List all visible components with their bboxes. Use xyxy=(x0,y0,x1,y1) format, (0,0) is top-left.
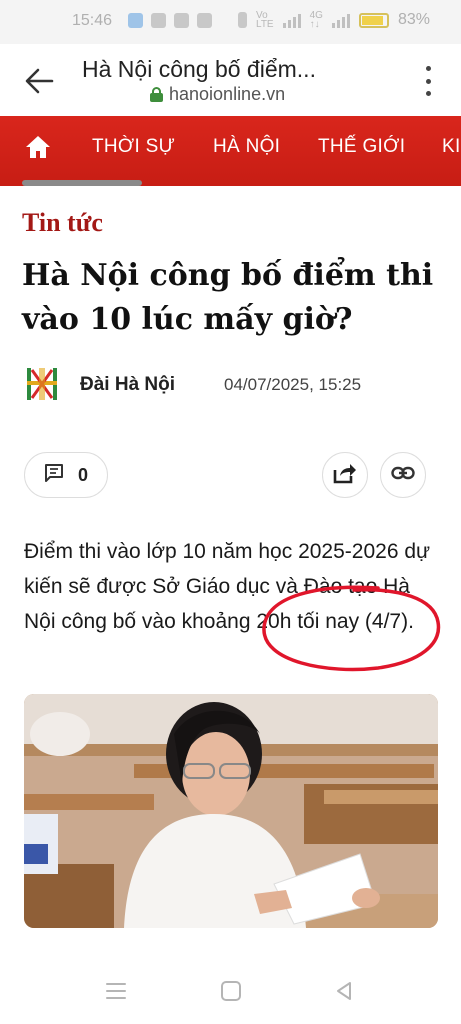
browser-toolbar: Hà Nội công bố điểm... hanoionline.vn xyxy=(0,44,461,116)
settings-notification-icon xyxy=(174,13,189,28)
article-lead: Điểm thi vào lớp 10 năm học 2025-2026 dự… xyxy=(24,540,431,633)
vibrate-icon xyxy=(238,12,247,28)
volte-icon: Vo LTE xyxy=(256,10,274,30)
home-icon[interactable] xyxy=(24,134,52,160)
author-logo xyxy=(24,366,60,402)
network-4g-icon: 4G ↑↓ xyxy=(309,10,323,30)
battery-icon xyxy=(358,12,389,28)
copy-link-button[interactable] xyxy=(380,452,426,498)
lock-icon xyxy=(150,87,163,102)
share-icon xyxy=(333,462,357,489)
url-text: hanoionline.vn xyxy=(169,84,286,104)
chat-notification-icon xyxy=(197,13,212,28)
recent-apps-icon[interactable] xyxy=(105,980,127,1007)
home-nav-icon[interactable] xyxy=(220,980,242,1007)
battery-level: 83% xyxy=(397,11,430,28)
comment-button[interactable]: 0 xyxy=(24,452,108,498)
system-nav-bar xyxy=(0,960,461,1024)
status-time: 15:46 xyxy=(72,12,113,29)
share-button[interactable] xyxy=(322,452,368,498)
more-vert-icon[interactable] xyxy=(418,66,438,96)
link-icon xyxy=(391,466,415,485)
article-category[interactable]: Tin tức xyxy=(22,208,103,238)
author-name[interactable]: Đài Hà Nội xyxy=(80,374,175,396)
author-row: Đài Hà Nội 04/07/2025, 15:25 xyxy=(24,366,444,406)
signal-icon-2 xyxy=(331,12,350,28)
back-nav-icon[interactable] xyxy=(333,980,355,1007)
home-notification-icon xyxy=(151,13,166,28)
page-title: Hà Nội công bố điểm... xyxy=(82,56,316,82)
app-notification-icon xyxy=(128,13,143,28)
url-display[interactable]: hanoionline.vn xyxy=(150,84,285,105)
category-nav: THỜI SỰ HÀ NỘI THẾ GIỚI KI xyxy=(0,116,461,186)
system-indicators: Vo LTE 4G ↑↓ 83% xyxy=(238,10,430,30)
article-photo[interactable] xyxy=(24,694,438,928)
nav-item-truncated[interactable]: KI xyxy=(442,136,461,158)
status-bar: 15:46 Vo LTE 4G ↑↓ 83% xyxy=(0,0,461,44)
comment-count: 0 xyxy=(77,464,88,485)
back-arrow-icon[interactable] xyxy=(22,64,56,98)
nav-item-the-gioi[interactable]: THẾ GIỚI xyxy=(318,136,405,158)
nav-scroll-indicator xyxy=(22,180,142,186)
article-headline: Hà Nội công bố điểm thi vào 10 lúc mấy g… xyxy=(22,258,434,337)
nav-item-ha-noi[interactable]: HÀ NỘI xyxy=(213,136,280,158)
publish-date: 04/07/2025, 15:25 xyxy=(224,375,362,394)
comment-icon xyxy=(44,463,64,488)
nav-item-thoi-su[interactable]: THỜI SỰ xyxy=(92,136,175,158)
notification-icons xyxy=(128,13,212,28)
signal-icon xyxy=(282,12,301,28)
